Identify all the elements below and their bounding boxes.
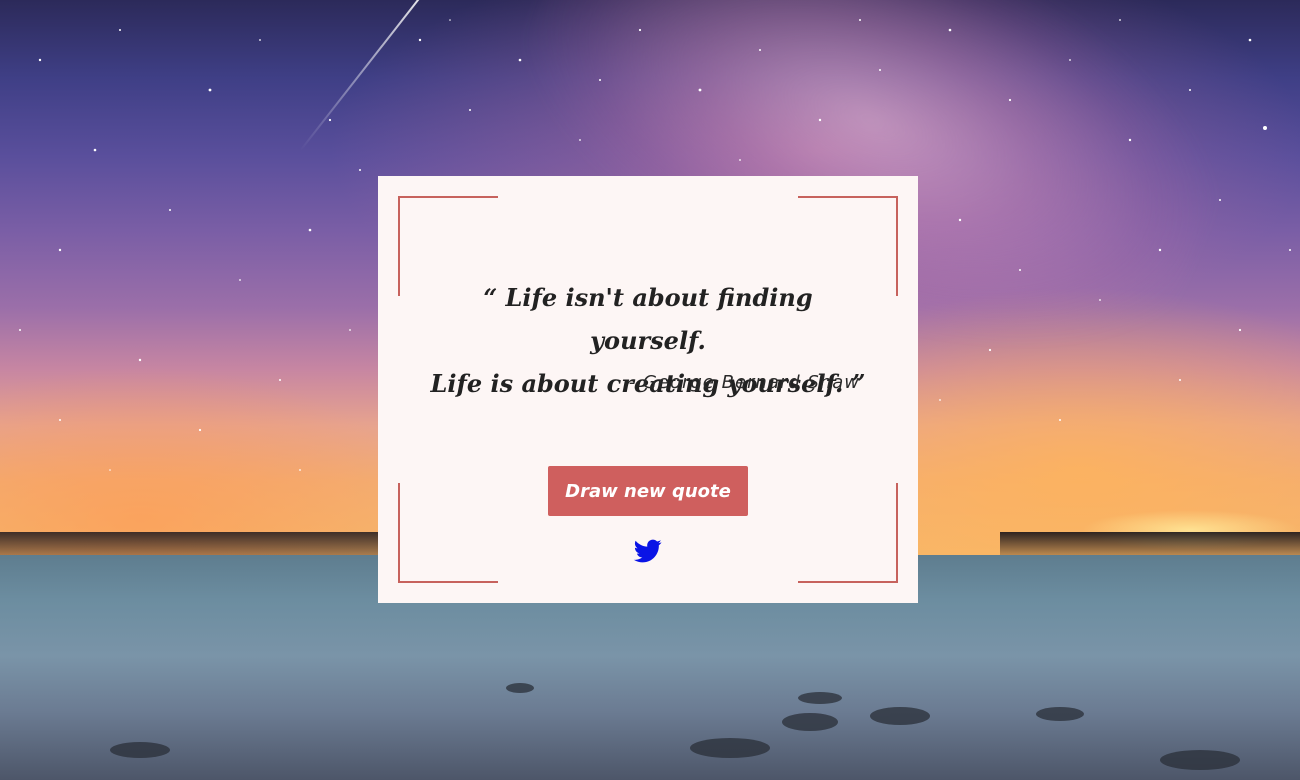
rocks	[110, 683, 1240, 770]
frame-corner-bottom-left	[398, 483, 498, 583]
quote-line-1: “ Life isn't about finding yourself.	[483, 283, 813, 355]
quote-author: - George Bernard Shaw	[628, 372, 860, 393]
tweet-quote-link[interactable]	[633, 537, 663, 565]
draw-new-quote-button[interactable]: Draw new quote	[548, 466, 748, 516]
quote-card: “ Life isn't about finding yourself. Lif…	[378, 176, 918, 603]
frame-corner-bottom-right	[798, 483, 898, 583]
twitter-bird-icon	[633, 539, 662, 563]
